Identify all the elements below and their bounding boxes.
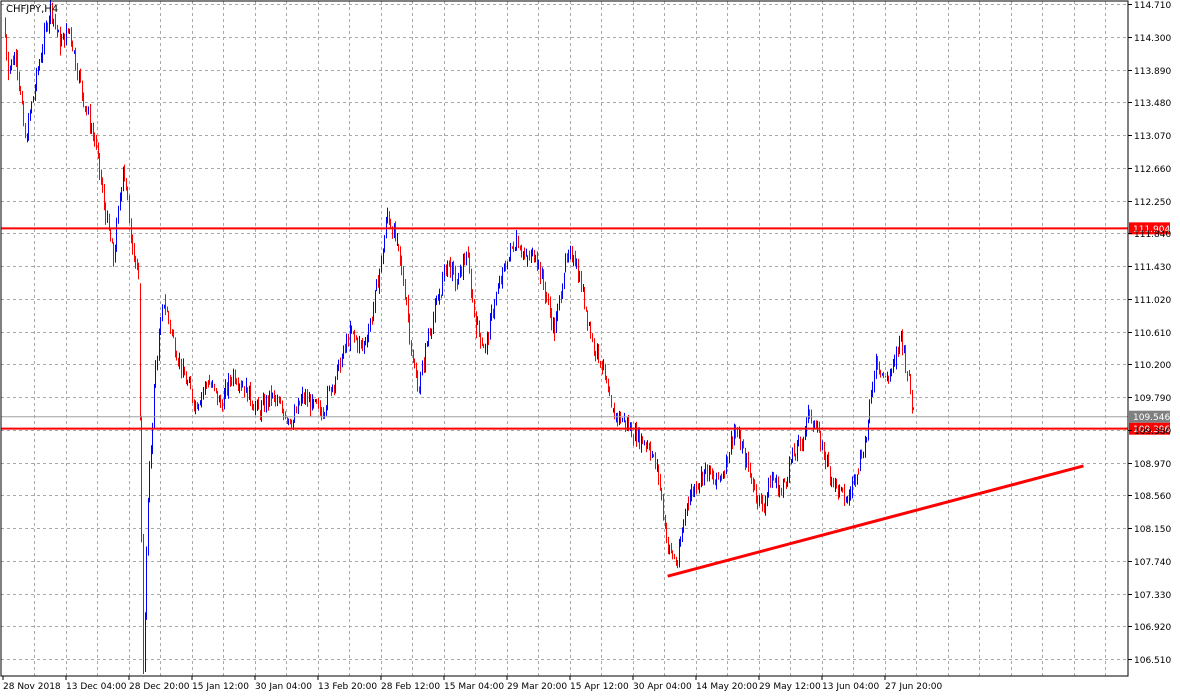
y-tick-label: 114.300 [1134,34,1171,44]
y-tick-label: 108.560 [1134,492,1171,502]
x-tick-label: 28 Dec 20:00 [129,682,190,692]
y-tick-label: 110.200 [1134,361,1171,371]
x-tick-label: 13 Jun 04:00 [822,682,879,692]
y-tick-label: 108.970 [1134,460,1171,470]
x-tick-label: 13 Feb 20:00 [318,682,377,692]
y-tick-label: 112.660 [1134,165,1171,175]
y-tick-label: 113.890 [1134,67,1171,77]
y-tick-label: 109.380 [1134,427,1171,437]
x-tick-label: 15 Apr 12:00 [570,682,629,692]
y-tick-label: 111.020 [1134,296,1171,306]
x-tick-label: 14 May 20:00 [696,682,758,692]
x-tick-label: 28 Feb 12:00 [381,682,440,692]
x-tick-label: 30 Jan 04:00 [255,682,312,692]
chart-background [0,0,1180,696]
x-tick-label: 13 Dec 04:00 [66,682,127,692]
y-tick-label: 111.430 [1134,263,1171,273]
y-tick-label: 110.610 [1134,329,1171,339]
y-tick-label: 111.840 [1134,230,1171,240]
symbol-label: CHFJPY,H4 [6,4,58,15]
y-tick-label: 107.740 [1134,558,1171,568]
x-tick-label: 15 Jan 12:00 [192,682,249,692]
y-tick-label: 114.710 [1134,1,1171,11]
y-tick-label: 106.920 [1134,623,1171,633]
y-tick-label: 107.330 [1134,591,1171,601]
x-tick-label: 27 Jun 20:00 [885,682,942,692]
y-tick-label: 113.070 [1134,132,1171,142]
y-axis: 114.710 114.300 113.890 113.480 113.070 112.6… [1128,1,1171,666]
price-chart: 111.904109.396109.546 114.710114.300113.… [0,0,1180,696]
x-tick-label: 29 Mar 20:00 [507,682,567,692]
x-tick-label: 29 May 12:00 [759,682,821,692]
y-tick-label: 113.480 [1134,99,1171,109]
y-tick-label: 108.150 [1134,525,1171,535]
x-tick-label: 28 Nov 2018 [3,682,61,692]
chart-container: 111.904 109.396 109.546 114.710 114.300 113.… [0,0,1180,696]
y-tick-label: 112.250 [1134,198,1171,208]
x-tick-label: 30 Apr 04:00 [633,682,692,692]
x-tick-label: 15 Mar 04:00 [444,682,504,692]
y-tick-label: 109.790 [1134,394,1171,404]
current-price-text: 109.546 [1133,413,1170,423]
y-tick-label: 106.510 [1134,656,1171,666]
